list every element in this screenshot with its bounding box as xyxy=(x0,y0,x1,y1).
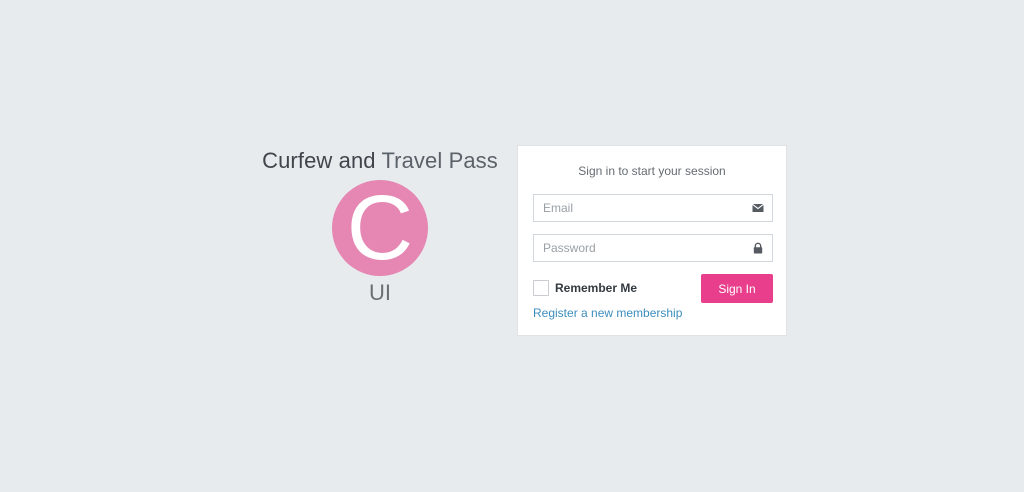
remember-me[interactable]: Remember Me xyxy=(533,279,637,297)
password-input[interactable] xyxy=(534,235,743,261)
app-subtitle: UI xyxy=(369,280,391,305)
app-title-light: Travel Pass xyxy=(381,148,498,173)
logo-letter: C xyxy=(346,177,414,279)
register-link[interactable]: Register a new membership xyxy=(533,306,682,320)
brand-block: Curfew and Travel Pass C UI xyxy=(250,148,510,306)
login-box: Sign in to start your session Remember M… xyxy=(517,145,787,336)
logo-circle: C xyxy=(332,180,428,276)
email-input[interactable] xyxy=(534,195,743,221)
sign-in-button[interactable]: Sign In xyxy=(701,274,773,303)
lock-icon xyxy=(753,242,763,254)
app-title-bold: Curfew and xyxy=(262,148,376,173)
email-field[interactable] xyxy=(533,194,773,222)
remember-me-checkbox[interactable] xyxy=(533,280,549,296)
app-title[interactable]: Curfew and Travel Pass xyxy=(250,148,510,174)
login-box-message: Sign in to start your session xyxy=(578,164,726,178)
envelope-icon xyxy=(752,203,764,212)
remember-me-label[interactable]: Remember Me xyxy=(555,281,637,295)
password-field[interactable] xyxy=(533,234,773,262)
login-page: Curfew and Travel Pass C UI Sign in to s… xyxy=(0,0,1024,492)
